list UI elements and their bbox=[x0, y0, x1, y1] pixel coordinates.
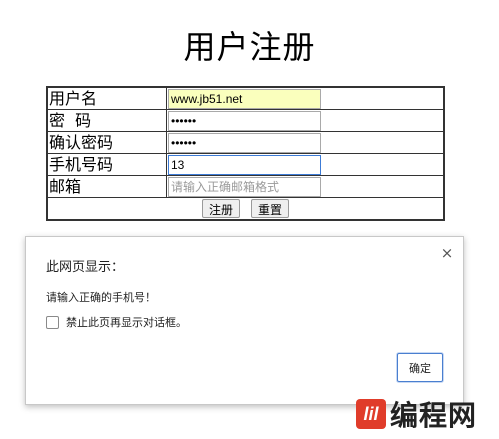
confirm-password-row: 确认密码 bbox=[46, 131, 445, 154]
submit-button[interactable]: 注册 bbox=[201, 199, 240, 218]
page-title: 用户注册 bbox=[183, 28, 316, 66]
phone-input[interactable] bbox=[168, 154, 321, 175]
phone-label: 手机号码 bbox=[46, 153, 167, 176]
suppress-dialogs-option[interactable]: 禁止此页再显示对话框。 bbox=[46, 314, 187, 330]
username-label: 用户名 bbox=[46, 86, 167, 110]
actions-row: 注册 重置 bbox=[46, 197, 445, 221]
email-input[interactable] bbox=[168, 176, 321, 197]
suppress-checkbox-label: 禁止此页再显示对话框。 bbox=[66, 316, 187, 329]
watermark-logo-icon: lil bbox=[356, 399, 386, 429]
email-label: 邮箱 bbox=[46, 175, 167, 198]
confirm-password-label: 确认密码 bbox=[46, 131, 167, 154]
suppress-checkbox[interactable] bbox=[46, 315, 59, 329]
reset-button[interactable]: 重置 bbox=[251, 199, 290, 218]
username-input[interactable] bbox=[168, 88, 321, 109]
confirm-password-input[interactable] bbox=[168, 132, 321, 153]
ok-button[interactable]: 确定 bbox=[397, 353, 443, 382]
password-input[interactable] bbox=[168, 110, 321, 131]
alert-dialog: 此网页显示： × 请输入正确的手机号！ 禁止此页再显示对话框。 确定 bbox=[25, 236, 464, 405]
password-row: 密 码 bbox=[46, 109, 445, 132]
registration-form: 用户名 密 码 确认密码 手机号码 邮箱 注册 重置 bbox=[46, 86, 445, 221]
username-row: 用户名 bbox=[46, 86, 445, 110]
dialog-message: 请输入正确的手机号！ bbox=[46, 291, 156, 304]
dialog-title: 此网页显示： bbox=[46, 260, 125, 275]
watermark-text: 编程网 bbox=[390, 399, 478, 432]
site-watermark: lil 编程网 bbox=[356, 394, 477, 434]
password-label: 密 码 bbox=[46, 109, 167, 132]
phone-row: 手机号码 bbox=[46, 153, 445, 176]
close-icon[interactable]: × bbox=[440, 246, 454, 261]
email-row: 邮箱 bbox=[46, 175, 445, 198]
